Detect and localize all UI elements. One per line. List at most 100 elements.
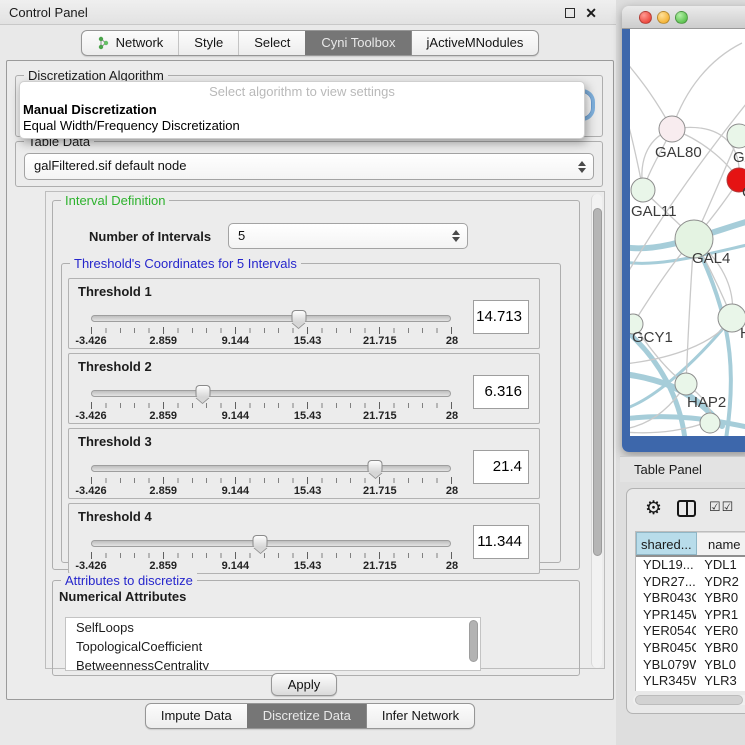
slider-handle[interactable] [253,535,268,547]
list-item-selfloops[interactable]: SelfLoops [66,618,480,637]
split-columns-icon[interactable] [677,500,696,517]
tab-network-label: Network [116,31,164,55]
cell[interactable]: YPR145W [636,607,696,624]
node-label-hap2: HAP2 [687,394,726,411]
cell[interactable]: YLR345W [636,673,696,690]
cell[interactable]: YDL19... [636,557,696,574]
scrollbar-thumb[interactable] [593,208,602,556]
apply-button[interactable]: Apply [271,673,337,696]
close-icon[interactable]: ✕ [585,8,597,18]
dropdown-option-equal-width[interactable]: Equal Width/Frequency Discretization [20,118,584,134]
node-pink[interactable] [659,116,685,142]
node-gal11[interactable] [631,178,655,202]
tab-style[interactable]: Style [178,31,238,55]
tab-infer-network[interactable]: Infer Network [366,704,474,728]
table-row[interactable]: YER054C YER0 [636,623,745,640]
cell[interactable]: YBR045C [636,640,696,657]
dropdown-option-manual[interactable]: Manual Discretization [20,102,584,118]
tab-jactivemnodules[interactable]: jActiveMNodules [411,31,539,55]
slider-track[interactable] [91,390,451,397]
node-label-ga: GA [733,149,745,166]
tick-label: 15.43 [294,485,322,497]
threshold-3-slider[interactable]: -3.426 2.859 9.144 15.43 21.715 28 [91,465,451,499]
tick-label: 9.144 [222,560,250,572]
edge[interactable] [630,421,710,433]
table-row[interactable]: YDR27... YDR2 [636,574,745,591]
tick-label: 15.43 [294,335,322,347]
select-columns-icon[interactable]: ☑☑ [709,499,734,515]
table-row[interactable]: YDL19... YDL1 [636,557,745,574]
cell[interactable]: YPR1 [696,607,745,624]
table-row[interactable]: YIL052C YIL0 [636,690,745,691]
network-canvas[interactable]: GAL80 GA C GAL11 GAL4 GCY1 H HAP2 [630,29,745,436]
close-traffic-light-icon[interactable] [639,11,652,24]
cell[interactable]: YER054C [636,623,696,640]
zoom-traffic-light-icon[interactable] [675,11,688,24]
gear-icon[interactable]: ⚙ [645,497,662,520]
table-row[interactable]: YBL079W YBL0 [636,657,745,674]
cell[interactable]: YIL0 [696,690,745,691]
float-window-icon[interactable] [565,8,575,18]
list-scrollbar[interactable] [469,620,478,662]
cell[interactable]: YLR3 [696,673,745,690]
cell[interactable]: YER0 [696,623,745,640]
threshold-2-value-field[interactable]: 6.316 [473,375,529,409]
list-item-betweennesscentrality[interactable]: BetweennessCentrality [66,656,480,671]
cell[interactable]: YBL079W [636,657,696,674]
tab-cyni-toolbox[interactable]: Cyni Toolbox [305,31,410,55]
network-graph[interactable]: GAL80 GA C GAL11 GAL4 GCY1 H HAP2 [630,29,745,436]
list-item-topologicalcoefficient[interactable]: TopologicalCoefficient [66,637,480,656]
table-data-group: Table Data galFiltered.sif default node [15,141,603,187]
threshold-4-slider[interactable]: -3.426 2.859 9.144 15.43 21.715 28 [91,540,451,574]
tab-select[interactable]: Select [238,31,305,55]
column-header-name[interactable]: name [697,532,745,555]
table-row[interactable]: YPR145W YPR1 [636,607,745,624]
tick-label: -3.426 [75,485,106,497]
cell[interactable]: YDR2 [696,574,745,591]
slider-track[interactable] [91,540,451,547]
slider-track[interactable] [91,315,451,322]
stepper-arrows-icon [452,230,460,242]
table-data-select[interactable]: galFiltered.sif default node [24,153,594,180]
slider-handle[interactable] [195,385,210,397]
node-hap2[interactable] [675,373,697,395]
settings-vertical-scrollbar[interactable] [591,194,602,668]
threshold-1-slider[interactable]: -3.426 2.859 9.144 15.43 21.715 28 [91,315,451,349]
threshold-2-slider[interactable]: -3.426 2.859 9.144 15.43 21.715 28 [91,390,451,424]
network-window-titlebar[interactable] [622,6,745,29]
tab-impute-data[interactable]: Impute Data [146,704,247,728]
cell[interactable]: YBR0 [696,590,745,607]
tab-network[interactable]: Network [82,31,179,55]
tab-discretize-data[interactable]: Discretize Data [247,704,366,728]
control-panel-tabbar: Network Style Select Cyni Toolbox jActiv… [6,30,614,56]
table-row[interactable]: YBR043C YBR0 [636,590,745,607]
node-top-right[interactable] [727,124,745,148]
table-panel: ⚙ ☑☑ shared... name YDL19... YDL1 YDR27.… [626,488,745,714]
threshold-3-panel: Threshold 3 -3.426 2.859 9.144 [68,428,540,499]
scrollbar-thumb[interactable] [635,695,743,705]
cell[interactable]: YDL1 [696,557,745,574]
network-window-frame: GAL80 GA C GAL11 GAL4 GCY1 H HAP2 [622,29,745,452]
cell[interactable]: YBR0 [696,640,745,657]
cell[interactable]: YDR27... [636,574,696,591]
edge[interactable] [672,43,742,129]
threshold-1-value-field[interactable]: 14.713 [473,300,529,334]
slider-handle[interactable] [291,310,306,322]
cell[interactable]: YIL052C [636,690,696,691]
slider-track[interactable] [91,465,451,472]
table-panel-toolbar: ⚙ ☑☑ [627,495,745,523]
minimize-traffic-light-icon[interactable] [657,11,670,24]
threshold-3-value-field[interactable]: 21.4 [473,450,529,484]
table-row[interactable]: YLR345W YLR3 [636,673,745,690]
node-bottom[interactable] [700,413,720,433]
threshold-4-value-field[interactable]: 11.344 [473,525,529,559]
table-row[interactable]: YBR045C YBR0 [636,640,745,657]
column-header-shared-name[interactable]: shared... [636,532,697,555]
table-horizontal-scrollbar[interactable] [633,695,745,705]
number-of-intervals-select[interactable]: 5 [228,223,468,249]
slider-handle[interactable] [368,460,383,472]
cell[interactable]: YBL0 [696,657,745,674]
cell[interactable]: YBR043C [636,590,696,607]
node-table: shared... name YDL19... YDL1 YDR27... YD… [635,531,745,691]
numerical-attributes-list[interactable]: SelfLoops TopologicalCoefficient Between… [65,617,481,671]
